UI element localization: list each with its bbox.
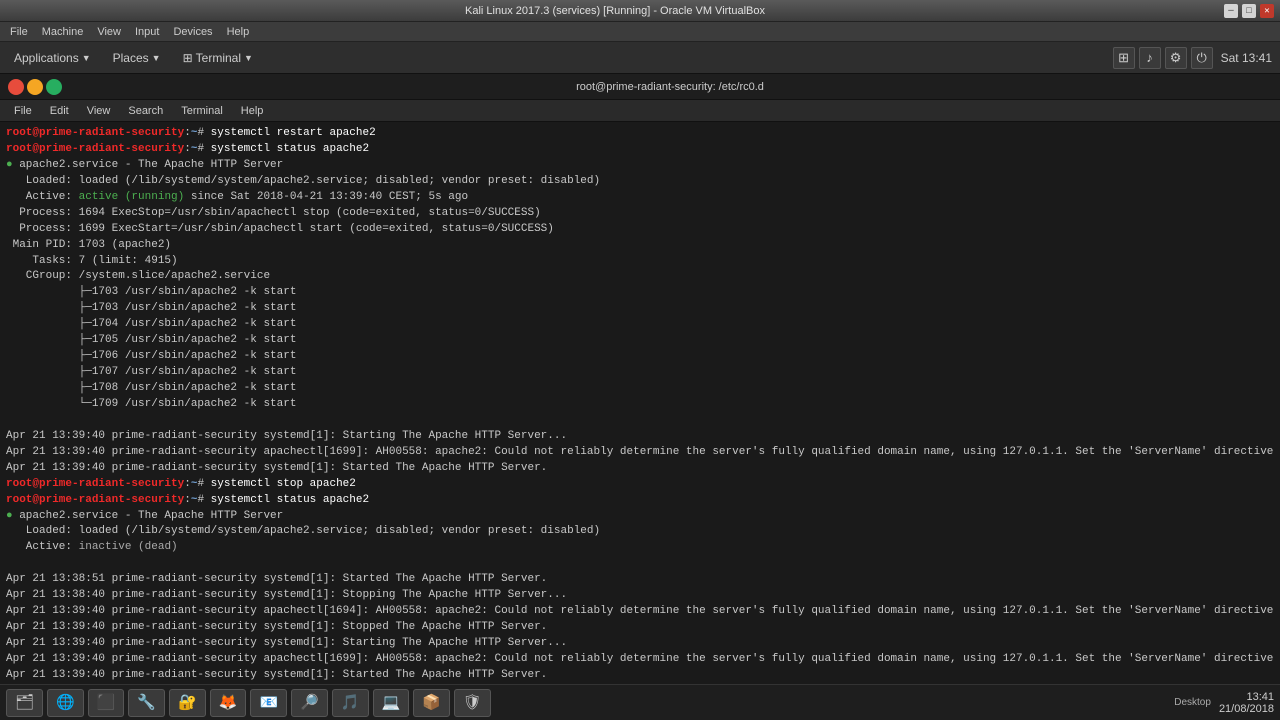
clock-display: Sat 13:41 <box>1221 51 1272 65</box>
window-buttons <box>8 79 62 95</box>
terminal-line: ├─1703 /usr/sbin/apache2 -k start <box>6 301 1274 317</box>
taskbar-app6-icon[interactable]: 🎵 <box>332 689 369 717</box>
terminal-line: Tasks: 7 (limit: 4915) <box>6 254 1274 270</box>
taskbar-virtualbox-icon[interactable]: 📦 <box>413 689 450 717</box>
terminal-line: root@prime-radiant-security:~# systemctl… <box>6 477 1274 493</box>
terminal-line: CGroup: /system.slice/apache2.service <box>6 269 1274 285</box>
terminal-line: ├─1706 /usr/sbin/apache2 -k start <box>6 349 1274 365</box>
current-path: root@prime-radiant-security: /etc/rc0.d <box>68 81 1272 93</box>
taskbar: 🗂 🌐 ⬛ 🔧 🔐 🦊 📧 🔎 🎵 💻 📦 🛡 Desktop 13:41 21… <box>0 684 1280 720</box>
terminal-line: Apr 21 13:39:40 prime-radiant-security s… <box>6 668 1274 684</box>
terminal-line: Apr 21 13:38:40 prime-radiant-security s… <box>6 588 1274 604</box>
terminal-line <box>6 413 1274 429</box>
taskbar-files-icon[interactable]: 🗂 <box>6 689 43 717</box>
terminal-line: root@prime-radiant-security:~# systemctl… <box>6 126 1274 142</box>
addr-max-btn[interactable] <box>46 79 62 95</box>
kali-toolbar: Applications ▼ Places ▼ ⊞ Terminal ▼ ⊞ ♪… <box>0 42 1280 74</box>
terminal-line: Apr 21 13:39:40 prime-radiant-security a… <box>6 604 1274 620</box>
terminal-line: Apr 21 13:39:40 prime-radiant-security s… <box>6 461 1274 477</box>
vb-menu-input[interactable]: Input <box>129 24 165 40</box>
menu-help[interactable]: Help <box>233 103 272 119</box>
terminal-line: ├─1705 /usr/sbin/apache2 -k start <box>6 333 1274 349</box>
terminal-line: Apr 21 13:38:51 prime-radiant-security s… <box>6 572 1274 588</box>
taskbar-app3-icon[interactable]: 🦊 <box>210 689 247 717</box>
terminal-line: ├─1708 /usr/sbin/apache2 -k start <box>6 381 1274 397</box>
terminal-line: Apr 21 13:39:40 prime-radiant-security s… <box>6 429 1274 445</box>
places-menu[interactable]: Places ▼ <box>107 48 167 68</box>
taskbar-terminal-icon[interactable]: ⬛ <box>88 689 125 717</box>
menu-file[interactable]: File <box>6 103 40 119</box>
places-arrow: ▼ <box>152 53 161 63</box>
address-bar: root@prime-radiant-security: /etc/rc0.d <box>0 74 1280 100</box>
settings-icon[interactable]: ⚙ <box>1165 47 1187 69</box>
terminal-menubar: File Edit View Search Terminal Help <box>0 100 1280 122</box>
sound-icon[interactable]: ♪ <box>1139 47 1161 69</box>
taskbar-date: 21/08/2018 <box>1219 703 1274 715</box>
terminal-line: Loaded: loaded (/lib/systemd/system/apac… <box>6 174 1274 190</box>
vb-menu-file[interactable]: File <box>4 24 34 40</box>
applications-menu[interactable]: Applications ▼ <box>8 48 97 68</box>
window-title: Kali Linux 2017.3 (services) [Running] -… <box>6 5 1224 17</box>
terminal-label: Terminal <box>196 51 241 65</box>
terminal-line: Loaded: loaded (/lib/systemd/system/apac… <box>6 524 1274 540</box>
terminal-line: ● apache2.service - The Apache HTTP Serv… <box>6 158 1274 174</box>
terminal-line: root@prime-radiant-security:~# systemctl… <box>6 493 1274 509</box>
taskbar-time: 13:41 <box>1219 691 1274 703</box>
terminal-line: Active: inactive (dead) <box>6 540 1274 556</box>
terminal-menu[interactable]: ⊞ Terminal ▼ <box>177 48 259 68</box>
vb-menu-help[interactable]: Help <box>221 24 256 40</box>
applications-arrow: ▼ <box>82 53 91 63</box>
addr-close-btn[interactable] <box>8 79 24 95</box>
menu-search[interactable]: Search <box>120 103 171 119</box>
terminal-line: ● apache2.service - The Apache HTTP Serv… <box>6 509 1274 525</box>
menu-edit[interactable]: Edit <box>42 103 77 119</box>
virtualbox-menubar: File Machine View Input Devices Help <box>0 22 1280 42</box>
window-controls: ─ □ ✕ <box>1224 4 1274 18</box>
vb-menu-machine[interactable]: Machine <box>36 24 90 40</box>
terminal-line: Process: 1694 ExecStop=/usr/sbin/apachec… <box>6 206 1274 222</box>
terminal-line: root@prime-radiant-security:~# systemctl… <box>6 142 1274 158</box>
taskbar-app7-icon[interactable]: 💻 <box>373 689 410 717</box>
terminal-line: ├─1703 /usr/sbin/apache2 -k start <box>6 285 1274 301</box>
places-label: Places <box>113 51 149 65</box>
taskbar-browser-icon[interactable]: 🌐 <box>47 689 84 717</box>
taskbar-desktop-label: Desktop <box>1170 697 1215 708</box>
terminal-line: Process: 1699 ExecStart=/usr/sbin/apache… <box>6 222 1274 238</box>
network-icon[interactable]: ⊞ <box>1113 47 1135 69</box>
menu-terminal[interactable]: Terminal <box>173 103 231 119</box>
terminal-icon: ⊞ <box>183 51 193 65</box>
title-bar: Kali Linux 2017.3 (services) [Running] -… <box>0 0 1280 22</box>
terminal-line <box>6 556 1274 572</box>
restore-button[interactable]: □ <box>1242 4 1256 18</box>
taskbar-app1-icon[interactable]: 🔧 <box>128 689 165 717</box>
terminal-line: Apr 21 13:39:40 prime-radiant-security a… <box>6 652 1274 668</box>
terminal-line: ├─1704 /usr/sbin/apache2 -k start <box>6 317 1274 333</box>
vb-menu-view[interactable]: View <box>91 24 127 40</box>
minimize-button[interactable]: ─ <box>1224 4 1238 18</box>
taskbar-datetime: 13:41 21/08/2018 <box>1219 691 1274 715</box>
power-icon[interactable]: ⏻ <box>1191 47 1213 69</box>
terminal-line: Apr 21 13:39:40 prime-radiant-security s… <box>6 636 1274 652</box>
applications-label: Applications <box>14 51 79 65</box>
terminal-area[interactable]: root@prime-radiant-security:~# systemctl… <box>0 122 1280 684</box>
terminal-line: Apr 21 13:39:40 prime-radiant-security s… <box>6 620 1274 636</box>
terminal-line: Apr 21 13:39:40 prime-radiant-security a… <box>6 445 1274 461</box>
terminal-line: Main PID: 1703 (apache2) <box>6 238 1274 254</box>
vb-menu-devices[interactable]: Devices <box>167 24 218 40</box>
addr-min-btn[interactable] <box>27 79 43 95</box>
terminal-line: Active: active (running) since Sat 2018-… <box>6 190 1274 206</box>
taskbar-app2-icon[interactable]: 🔐 <box>169 689 206 717</box>
taskbar-app5-icon[interactable]: 🔎 <box>291 689 328 717</box>
taskbar-app8-icon[interactable]: 🛡 <box>454 689 491 717</box>
terminal-line: ├─1707 /usr/sbin/apache2 -k start <box>6 365 1274 381</box>
taskbar-app4-icon[interactable]: 📧 <box>250 689 287 717</box>
toolbar-icons: ⊞ ♪ ⚙ ⏻ <box>1113 47 1213 69</box>
close-button[interactable]: ✕ <box>1260 4 1274 18</box>
clock-area: ⊞ ♪ ⚙ ⏻ Sat 13:41 <box>1113 47 1272 69</box>
menu-view[interactable]: View <box>79 103 119 119</box>
terminal-arrow: ▼ <box>244 53 253 63</box>
terminal-line: └─1709 /usr/sbin/apache2 -k start <box>6 397 1274 413</box>
